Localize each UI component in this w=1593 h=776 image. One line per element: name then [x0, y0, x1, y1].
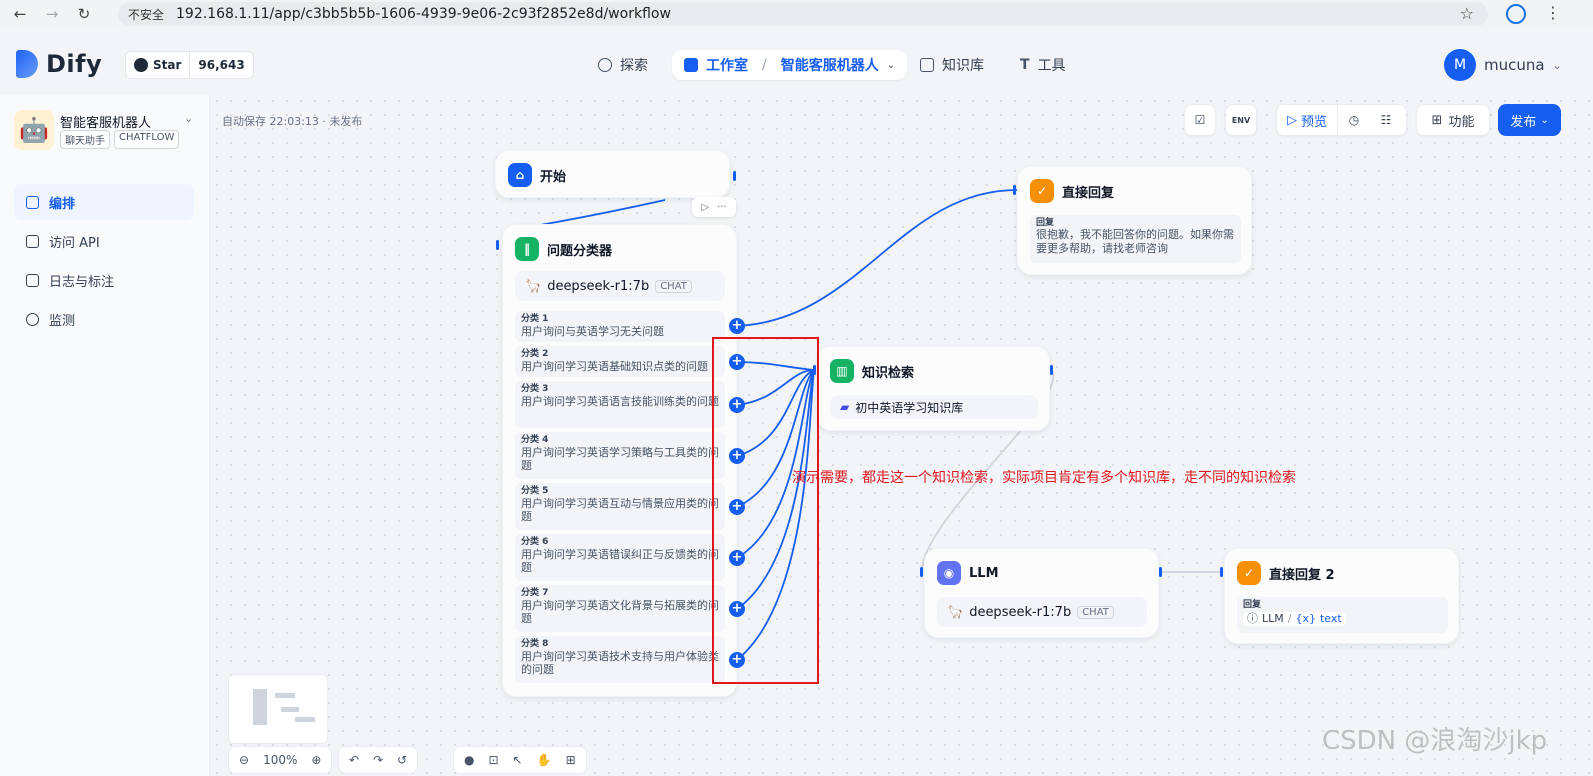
variable-node: LLM — [1262, 612, 1284, 625]
node-llm-output-port[interactable] — [1159, 567, 1162, 577]
minimap-node — [253, 689, 267, 725]
canvas-tools: ● ⊡ ↖ ✋ ⊞ — [453, 746, 587, 774]
class-title: 分类 2 — [521, 349, 549, 359]
play-icon[interactable]: ▷ ··· — [692, 197, 736, 217]
node-start[interactable]: ⌂ 开始 — [495, 150, 730, 198]
node-knowledge-retrieval[interactable]: ▥ 知识检索 ▰ 初中英语学习知识库 — [817, 346, 1050, 431]
node-classifier-input-port[interactable] — [496, 240, 499, 250]
annotation-text: 演示需要，都走这一个知识检索，实际项目肯定有多个知识库，走不同的知识检索 — [792, 470, 1296, 486]
class-desc: 用户询问学习英语基础知识点类的问题 — [521, 360, 708, 373]
variable-chip: ⓘ LLM / {x} text — [1243, 612, 1346, 626]
class-title: 分类 5 — [521, 486, 549, 496]
annotation-box — [712, 337, 819, 684]
class-item-5: 分类 5 用户询问学习英语互动与情景应用类的问题 — [515, 483, 725, 530]
book-open-icon: ▥ — [830, 359, 854, 383]
reply-text: 很抱歉，我不能回答你的问题。如果你需要更多帮助，请找老师咨询 — [1036, 228, 1234, 255]
note-icon[interactable]: ⊡ — [488, 753, 498, 767]
edge-class1-reply1 — [736, 189, 1018, 327]
history-icon[interactable]: ↺ — [397, 753, 407, 767]
reply-content: 回复 很抱歉，我不能回答你的问题。如果你需要更多帮助，请找老师咨询 — [1030, 215, 1241, 263]
class-desc: 用户询问与英语学习无关问题 — [521, 325, 664, 338]
zoom-in-icon[interactable]: ⊕ — [311, 753, 321, 767]
node-direct-reply[interactable]: ✓ 直接回复 回复 很抱歉，我不能回答你的问题。如果你需要更多帮助，请找老师咨询 — [1017, 166, 1252, 275]
node-title: 开始 — [540, 169, 567, 185]
node-title: LLM — [969, 565, 999, 581]
zoom-level[interactable]: 100% — [263, 753, 297, 767]
redo-icon[interactable]: ↷ — [373, 753, 383, 767]
class-title: 分类 8 — [521, 639, 549, 649]
reply-content: 回复 ⓘ LLM / {x} text — [1237, 597, 1448, 633]
class-desc: 用户询问学习英语错误纠正与反馈类的问题 — [521, 548, 719, 574]
reply-label: 回复 — [1036, 218, 1055, 228]
class-title: 分类 1 — [521, 314, 549, 324]
zoom-out-icon[interactable]: ⊖ — [239, 753, 249, 767]
node-reply1-input-port[interactable] — [1013, 185, 1016, 195]
history-controls: ↶ ↷ ↺ — [338, 746, 419, 774]
node-title: 直接回复 — [1062, 185, 1115, 201]
ollama-icon: 🦙 — [947, 604, 964, 620]
class-item-1: 分类 1 用户询问与英语学习无关问题 — [515, 311, 725, 342]
model-mode-tag: CHAT — [1077, 605, 1114, 619]
home-icon: ⌂ — [508, 163, 532, 187]
layout-icon[interactable]: ⊞ — [566, 753, 576, 767]
node-start-output-port[interactable] — [733, 171, 736, 181]
class-desc: 用户询问学习英语互动与情景应用类的问题 — [521, 497, 719, 523]
reply-label: 回复 — [1243, 600, 1262, 610]
node-llm[interactable]: ◉ LLM 🦙 deepseek-r1:7b CHAT — [924, 548, 1159, 638]
llm-icon: ⓘ — [1247, 612, 1258, 625]
class-desc: 用户询问学习英语学习策略与工具类的问题 — [521, 446, 719, 472]
class-title: 分类 6 — [521, 537, 549, 547]
variable-icon: {x} — [1295, 612, 1316, 625]
model-selector[interactable]: 🦙 deepseek-r1:7b CHAT — [515, 271, 725, 301]
model-selector[interactable]: 🦙 deepseek-r1:7b CHAT — [937, 597, 1147, 627]
hand-icon[interactable]: ✋ — [537, 753, 552, 767]
ollama-icon: 🦙 — [525, 278, 542, 294]
node-direct-reply-2[interactable]: ✓ 直接回复 2 回复 ⓘ LLM / {x} text — [1224, 548, 1459, 644]
dataset-item: ▰ 初中英语学习知识库 — [830, 395, 1038, 419]
node-title: 问题分类器 — [547, 243, 613, 259]
split-icon: ‖ — [515, 237, 539, 261]
more-icon[interactable]: ··· — [717, 202, 727, 213]
variable-name: text — [1319, 612, 1342, 625]
minimap-node — [275, 693, 295, 698]
class-item-6: 分类 6 用户询问学习英语错误纠正与反馈类的问题 — [515, 534, 725, 581]
folder-icon: ▰ — [840, 400, 850, 414]
separator: / — [1287, 612, 1292, 625]
undo-icon[interactable]: ↶ — [349, 753, 359, 767]
class-desc: 用户询问学习英语文化背景与拓展类的问题 — [521, 599, 719, 625]
class-item-3: 分类 3 用户询问学习英语语言技能训练类的问题 — [515, 381, 725, 428]
add-node-icon[interactable]: ● — [464, 753, 474, 767]
minimap[interactable] — [228, 674, 328, 744]
reply-icon: ✓ — [1030, 179, 1054, 203]
node-title: 知识检索 — [862, 365, 915, 381]
add-branch-handle-1[interactable]: + — [729, 318, 745, 334]
dataset-name: 初中英语学习知识库 — [855, 400, 964, 415]
minimap-node — [281, 707, 299, 712]
class-item-2: 分类 2 用户询问学习英语基础知识点类的问题 — [515, 346, 725, 377]
model-mode-tag: CHAT — [655, 279, 692, 293]
minimap-node — [295, 717, 315, 722]
reply-icon: ✓ — [1237, 561, 1261, 585]
model-name: deepseek-r1:7b — [547, 278, 650, 294]
llm-icon: ◉ — [937, 561, 961, 585]
model-name: deepseek-r1:7b — [969, 604, 1072, 620]
class-title: 分类 4 — [521, 435, 549, 445]
class-item-8: 分类 8 用户询问学习英语技术支持与用户体验类的问题 — [515, 636, 725, 683]
node-knowledge-output-port[interactable] — [1050, 365, 1053, 375]
class-desc: 用户询问学习英语技术支持与用户体验类的问题 — [521, 650, 719, 676]
class-item-7: 分类 7 用户询问学习英语文化背景与拓展类的问题 — [515, 585, 725, 632]
class-desc: 用户询问学习英语语言技能训练类的问题 — [521, 395, 719, 408]
zoom-controls: ⊖ 100% ⊕ — [228, 746, 333, 774]
node-llm-input-port[interactable] — [920, 567, 923, 577]
class-item-4: 分类 4 用户询问学习英语学习策略与工具类的问题 — [515, 432, 725, 479]
edge-start-classifier — [539, 199, 666, 226]
class-title: 分类 3 — [521, 384, 549, 394]
node-question-classifier[interactable]: ‖ 问题分类器 🦙 deepseek-r1:7b CHAT 分类 1 用户询问与… — [502, 224, 737, 697]
node-reply2-input-port[interactable] — [1220, 567, 1223, 577]
pointer-icon[interactable]: ↖ — [513, 753, 523, 767]
node-title: 直接回复 2 — [1269, 567, 1335, 583]
watermark: CSDN @浪淘沙jkp — [1322, 726, 1548, 756]
class-title: 分类 7 — [521, 588, 549, 598]
